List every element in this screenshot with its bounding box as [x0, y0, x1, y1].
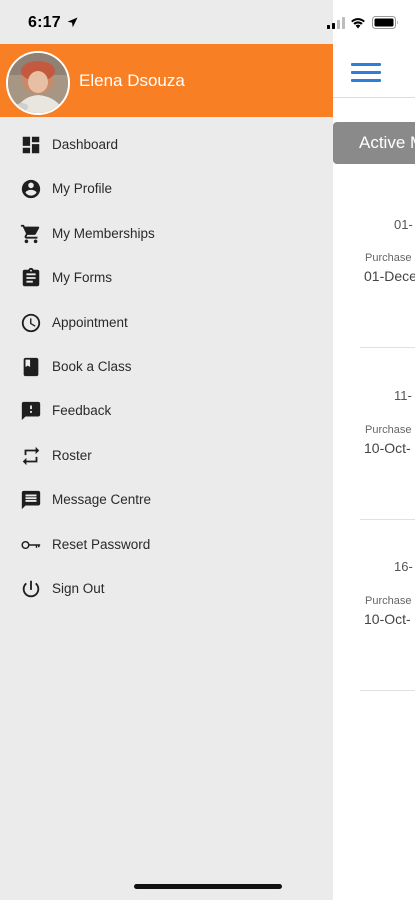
menu-item-roster[interactable]: Roster — [0, 433, 333, 477]
book-icon — [23, 357, 39, 377]
battery-icon — [372, 16, 398, 29]
menu-item-my-profile[interactable]: My Profile — [0, 166, 333, 210]
account-circle-icon — [21, 180, 41, 199]
menu-item-label: Dashboard — [52, 137, 119, 152]
card-purchase-label: Purchase — [365, 595, 412, 607]
menu-item-label: Feedback — [52, 403, 112, 419]
user-name: Elena Dsouza — [79, 71, 185, 90]
navigation-drawer: Elena Dsouza Dashboard My Profile My Mem… — [0, 0, 333, 900]
dashboard-icon — [22, 136, 40, 154]
menu-item-reset-password[interactable]: Reset Password — [0, 522, 333, 566]
home-indicator[interactable] — [134, 884, 282, 889]
repeat-icon — [22, 446, 40, 465]
card-date: 16- — [394, 559, 413, 574]
drawer-header: Elena Dsouza — [0, 44, 333, 117]
hamburger-menu-icon[interactable] — [351, 63, 381, 83]
avatar-photo-icon — [8, 53, 68, 113]
menu-item-label: My Memberships — [52, 225, 155, 241]
avatar[interactable] — [6, 51, 70, 115]
power-icon — [22, 580, 40, 598]
card-purchase-date: 01-Dece — [364, 268, 415, 284]
key-icon — [21, 540, 41, 549]
location-arrow-icon — [67, 17, 78, 28]
menu-item-label: Reset Password — [52, 536, 151, 552]
status-time: 6:17 — [28, 14, 61, 31]
menu-item-label: Roster — [52, 447, 92, 463]
clipboard-icon — [22, 268, 40, 287]
card-date: 01- — [394, 217, 413, 232]
menu-item-appointment[interactable]: Appointment — [0, 300, 333, 344]
cellular-signal-icon — [327, 17, 345, 29]
status-bar: 6:17 — [0, 0, 415, 45]
membership-card[interactable]: 16- Purchase 10-Oct- — [360, 519, 415, 691]
feedback-icon — [21, 402, 41, 421]
drawer-menu: Dashboard My Profile My Memberships My F… — [0, 122, 333, 610]
card-purchase-label: Purchase — [365, 252, 412, 264]
menu-item-feedback[interactable]: Feedback — [0, 388, 333, 432]
wifi-icon — [351, 18, 365, 29]
card-purchase-label: Purchase — [365, 424, 412, 436]
menu-item-my-forms[interactable]: My Forms — [0, 255, 333, 299]
card-date: 11- — [394, 388, 412, 403]
menu-item-label: Book a Class — [52, 358, 132, 374]
menu-item-label: Message Centre — [52, 492, 152, 508]
menu-item-label: My Profile — [52, 181, 113, 197]
app-screen: Active M 01- Purchase 01-Dece 11- Purcha… — [0, 0, 415, 900]
clock-icon — [21, 313, 41, 332]
message-icon — [21, 490, 41, 510]
menu-item-label: My Forms — [52, 270, 112, 286]
membership-card[interactable]: 01- Purchase 01-Dece — [360, 176, 415, 348]
menu-item-sign-out[interactable]: Sign Out — [0, 566, 333, 610]
shopping-cart-icon — [20, 224, 40, 243]
active-memberships-tab[interactable]: Active M — [333, 122, 415, 164]
menu-item-label: Appointment — [52, 314, 128, 330]
card-purchase-date: 10-Oct- — [364, 611, 411, 627]
membership-card[interactable]: 11- Purchase 10-Oct- — [360, 348, 415, 520]
menu-item-book-a-class[interactable]: Book a Class — [0, 344, 333, 388]
menu-item-my-memberships[interactable]: My Memberships — [0, 211, 333, 255]
card-purchase-date: 10-Oct- — [364, 440, 411, 456]
menu-item-message-centre[interactable]: Message Centre — [0, 477, 333, 521]
menu-item-label: Sign Out — [52, 580, 105, 596]
menu-item-dashboard[interactable]: Dashboard — [0, 122, 333, 166]
